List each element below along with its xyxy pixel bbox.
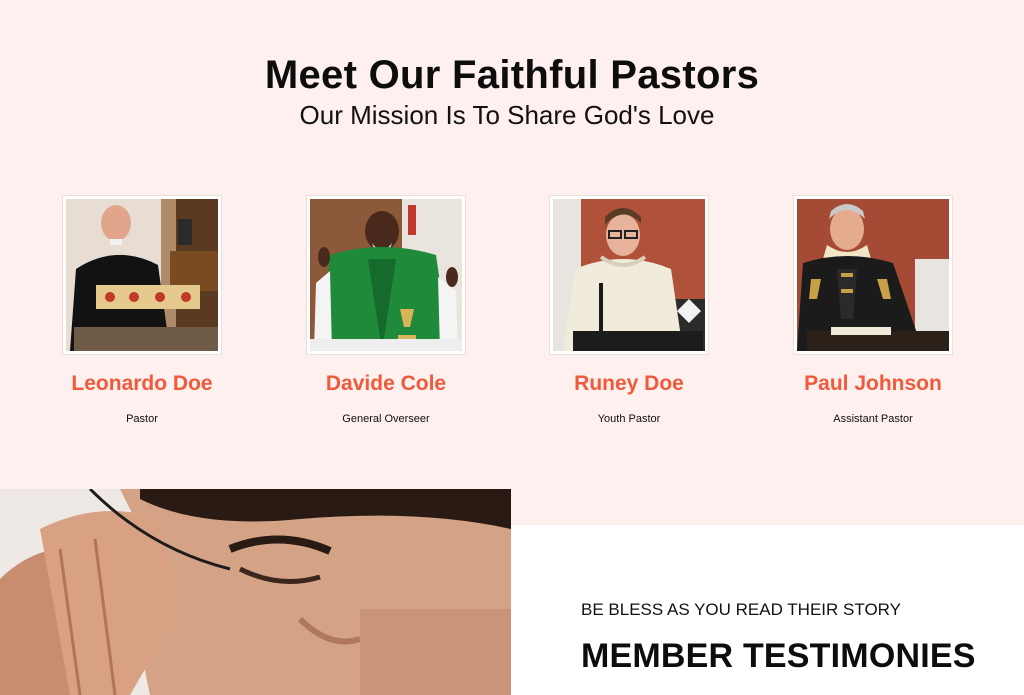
pastors-section: Meet Our Faithful Pastors Our Mission Is… <box>0 0 1024 525</box>
pastor-name[interactable]: Paul Johnson <box>751 371 995 397</box>
pastor-name[interactable]: Runey Doe <box>507 371 751 397</box>
section-subtitle: Our Mission Is To Share God's Love <box>299 100 715 130</box>
pastor-role: General Overseer <box>342 413 430 425</box>
pastor-role: Assistant Pastor <box>833 413 913 425</box>
pastor-role: Youth Pastor <box>597 413 661 425</box>
pastor-card-leonardo[interactable]: Leonardo Doe Pastor <box>20 196 264 436</box>
pastor-role: Pastor <box>126 413 158 425</box>
pastor-photo[interactable] <box>794 196 952 354</box>
pastor-card-paul[interactable]: Paul Johnson Assistant Pastor <box>751 196 995 436</box>
pastor-photo[interactable] <box>63 196 221 354</box>
testimonies-title: MEMBER TESTIMONIES <box>581 637 976 675</box>
pastor-name[interactable]: Davide Cole <box>264 371 508 397</box>
section-title: Meet Our Faithful Pastors <box>264 53 760 97</box>
testimonies-kicker: BE BLESS AS YOU READ THEIR STORY <box>581 600 901 619</box>
pastor-name[interactable]: Leonardo Doe <box>20 371 264 397</box>
pastor-card-runey[interactable]: Runey Doe Youth Pastor <box>507 196 751 436</box>
pastor-photo[interactable] <box>550 196 708 354</box>
pastor-photo[interactable] <box>307 196 465 354</box>
praying-woman-image <box>0 489 511 695</box>
pastor-card-davide[interactable]: Davide Cole General Overseer <box>264 196 508 436</box>
